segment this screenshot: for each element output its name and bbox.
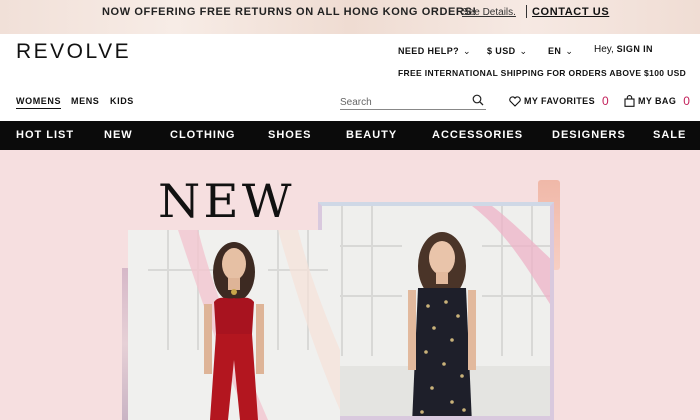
sign-in-link[interactable]: SIGN IN bbox=[617, 44, 653, 54]
main-nav: HOT LIST NEW CLOTHING SHOES BEAUTY ACCES… bbox=[0, 121, 700, 150]
chevron-down-icon: ⌄ bbox=[565, 46, 574, 56]
my-bag-label: MY BAG bbox=[638, 96, 677, 106]
model-photo-left bbox=[128, 230, 340, 420]
model-photo-right bbox=[322, 206, 550, 416]
bag-count: 0 bbox=[683, 94, 691, 108]
greeting-prefix: Hey, bbox=[594, 44, 614, 55]
nav-item-new[interactable]: NEW bbox=[104, 129, 133, 141]
nav-item-hot-list[interactable]: HOT LIST bbox=[16, 129, 74, 141]
search-box bbox=[340, 92, 486, 111]
favorites-count: 0 bbox=[601, 94, 610, 108]
site-logo[interactable]: REVOLVE bbox=[16, 40, 131, 64]
tab-mens[interactable]: MENS bbox=[71, 96, 99, 106]
nav-item-shoes[interactable]: SHOES bbox=[268, 129, 312, 141]
tab-kids[interactable]: KIDS bbox=[110, 96, 134, 106]
language-label: EN bbox=[548, 46, 562, 56]
shipping-notice: FREE INTERNATIONAL SHIPPING FOR ORDERS A… bbox=[398, 68, 687, 78]
contact-us-link[interactable]: CONTACT US bbox=[532, 6, 609, 18]
shopping-bag-icon bbox=[624, 95, 635, 107]
language-dropdown[interactable]: EN ⌄ bbox=[548, 46, 573, 57]
account-greeting: Hey, SIGN IN bbox=[594, 44, 653, 55]
hero-photo-right[interactable] bbox=[318, 202, 554, 420]
hero-title: NEW bbox=[158, 174, 295, 228]
nav-item-clothing[interactable]: CLOTHING bbox=[170, 129, 235, 141]
my-favorites-link[interactable]: MY FAVORITES 0 bbox=[509, 94, 609, 108]
promo-divider bbox=[526, 5, 527, 18]
tab-womens[interactable]: WOMENS bbox=[16, 96, 62, 109]
search-icon[interactable] bbox=[472, 94, 484, 106]
hero-banner[interactable]: NEW bbox=[0, 150, 700, 420]
promo-message: NOW OFFERING FREE RETURNS ON ALL HONG KO… bbox=[102, 6, 477, 18]
my-favorites-label: MY FAVORITES bbox=[524, 96, 595, 106]
chevron-down-icon: ⌄ bbox=[519, 46, 528, 56]
heart-icon bbox=[509, 95, 521, 107]
nav-item-accessories[interactable]: ACCESSORIES bbox=[432, 129, 523, 141]
currency-dropdown[interactable]: $ USD ⌄ bbox=[487, 46, 527, 57]
search-input[interactable] bbox=[340, 94, 460, 111]
need-help-dropdown[interactable]: NEED HELP? ⌄ bbox=[398, 46, 471, 57]
nav-item-sale[interactable]: SALE bbox=[653, 129, 686, 141]
nav-item-designers[interactable]: DESIGNERS bbox=[552, 129, 626, 141]
chevron-down-icon: ⌄ bbox=[463, 46, 471, 56]
promo-bar: NOW OFFERING FREE RETURNS ON ALL HONG KO… bbox=[0, 0, 700, 34]
hero-photo-left[interactable] bbox=[128, 230, 340, 420]
see-details-link[interactable]: See Details. bbox=[462, 7, 516, 18]
currency-label: $ USD bbox=[487, 46, 516, 56]
need-help-label: NEED HELP? bbox=[398, 46, 460, 56]
nav-item-beauty[interactable]: BEAUTY bbox=[346, 129, 397, 141]
my-bag-link[interactable]: MY BAG 0 bbox=[624, 94, 690, 108]
